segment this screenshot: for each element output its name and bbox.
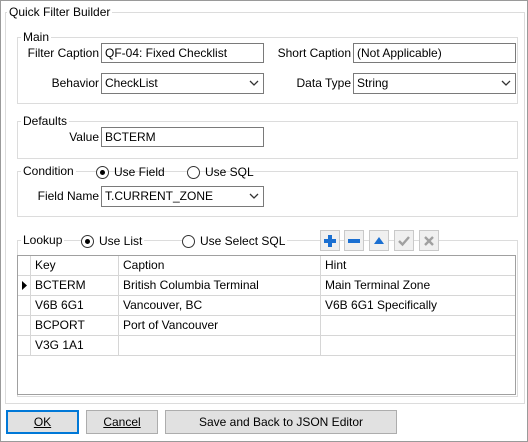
current-row-pointer-icon	[22, 281, 27, 290]
cell-key[interactable]: V6B 6G1	[31, 296, 119, 315]
behavior-value: CheckList	[105, 76, 158, 90]
table-row[interactable]: V3G 1A1	[18, 336, 515, 356]
use-field-label: Use Field	[114, 165, 165, 179]
field-name-select[interactable]: T.CURRENT_ZONE	[101, 186, 264, 207]
chevron-down-icon	[249, 80, 259, 86]
use-list-radio[interactable]: Use List	[81, 233, 145, 249]
cancel-button[interactable]: Cancel	[86, 410, 158, 434]
behavior-label: Behavior	[51, 76, 99, 90]
cell-key[interactable]: BCTERM	[31, 276, 119, 295]
cell-key[interactable]: BCPORT	[31, 316, 119, 335]
cell-caption[interactable]: Port of Vancouver	[119, 316, 321, 335]
ok-button[interactable]: OK	[6, 410, 79, 434]
minus-icon	[348, 238, 360, 243]
cell-hint[interactable]: V6B 6G1 Specifically	[321, 296, 515, 315]
window-title: Quick Filter Builder	[7, 5, 113, 19]
ok-button-label: OK	[33, 415, 52, 429]
row-indicator	[18, 296, 31, 315]
checkmark-icon	[398, 235, 410, 246]
up-triangle-icon	[374, 236, 384, 244]
column-header-key[interactable]: Key	[31, 256, 119, 275]
cancel-edit-button[interactable]	[419, 230, 439, 251]
filter-caption-label: Filter Caption	[27, 46, 99, 60]
cell-caption[interactable]	[119, 336, 321, 355]
cell-hint[interactable]	[321, 316, 515, 335]
plus-icon	[324, 234, 336, 247]
row-indicator	[18, 336, 31, 355]
default-value-input[interactable]: BCTERM	[101, 127, 264, 147]
row-indicator-header	[18, 256, 31, 275]
table-row[interactable]: V6B 6G1 Vancouver, BC V6B 6G1 Specifical…	[18, 296, 515, 316]
cell-caption[interactable]: Vancouver, BC	[119, 296, 321, 315]
grid-header-row: Key Caption Hint	[18, 256, 515, 276]
lookup-legend: Lookup	[21, 233, 65, 247]
edit-row-button[interactable]	[369, 230, 389, 251]
short-caption-input[interactable]: (Not Applicable)	[353, 43, 516, 63]
radio-unselected-icon	[182, 235, 195, 248]
radio-unselected-icon	[187, 166, 200, 179]
condition-legend: Condition	[21, 164, 76, 178]
use-select-sql-label: Use Select SQL	[200, 234, 286, 248]
filter-caption-input[interactable]: QF-04: Fixed Checklist	[101, 43, 264, 63]
column-header-hint[interactable]: Hint	[321, 256, 515, 275]
chevron-down-icon	[501, 80, 511, 86]
chevron-down-icon	[249, 193, 259, 199]
use-select-sql-radio[interactable]: Use Select SQL	[182, 233, 288, 249]
post-row-button[interactable]	[394, 230, 414, 251]
field-name-value: T.CURRENT_ZONE	[105, 189, 214, 203]
short-caption-label: Short Caption	[277, 46, 351, 60]
row-indicator	[18, 316, 31, 335]
behavior-select[interactable]: CheckList	[101, 73, 264, 94]
use-list-label: Use List	[99, 234, 143, 248]
cell-hint[interactable]: Main Terminal Zone	[321, 276, 515, 295]
data-type-value: String	[357, 76, 389, 90]
row-indicator	[18, 276, 31, 295]
cell-key[interactable]: V3G 1A1	[31, 336, 119, 355]
cross-icon	[424, 235, 434, 246]
cell-hint[interactable]	[321, 336, 515, 355]
column-header-caption[interactable]: Caption	[119, 256, 321, 275]
radio-selected-icon	[81, 235, 94, 248]
use-sql-label: Use SQL	[205, 165, 254, 179]
defaults-legend: Defaults	[21, 114, 70, 128]
use-sql-radio[interactable]: Use SQL	[187, 164, 254, 180]
radio-selected-icon	[96, 166, 109, 179]
use-field-radio[interactable]: Use Field	[96, 164, 165, 180]
save-and-back-button[interactable]: Save and Back to JSON Editor	[165, 410, 397, 434]
table-row[interactable]: BCPORT Port of Vancouver	[18, 316, 515, 336]
table-row[interactable]: BCTERM British Columbia Terminal Main Te…	[18, 276, 515, 296]
delete-row-button[interactable]	[344, 230, 364, 251]
cancel-button-label: Cancel	[103, 415, 141, 429]
save-and-back-label: Save and Back to JSON Editor	[198, 415, 364, 429]
lookup-grid[interactable]: Key Caption Hint BCTERM British Columbia…	[17, 255, 516, 395]
cell-caption[interactable]: British Columbia Terminal	[119, 276, 321, 295]
default-value-label: Value	[69, 130, 99, 144]
field-name-label: Field Name	[37, 189, 99, 203]
insert-row-button[interactable]	[320, 230, 340, 251]
data-type-select[interactable]: String	[353, 73, 516, 94]
data-type-label: Data Type	[296, 76, 351, 90]
